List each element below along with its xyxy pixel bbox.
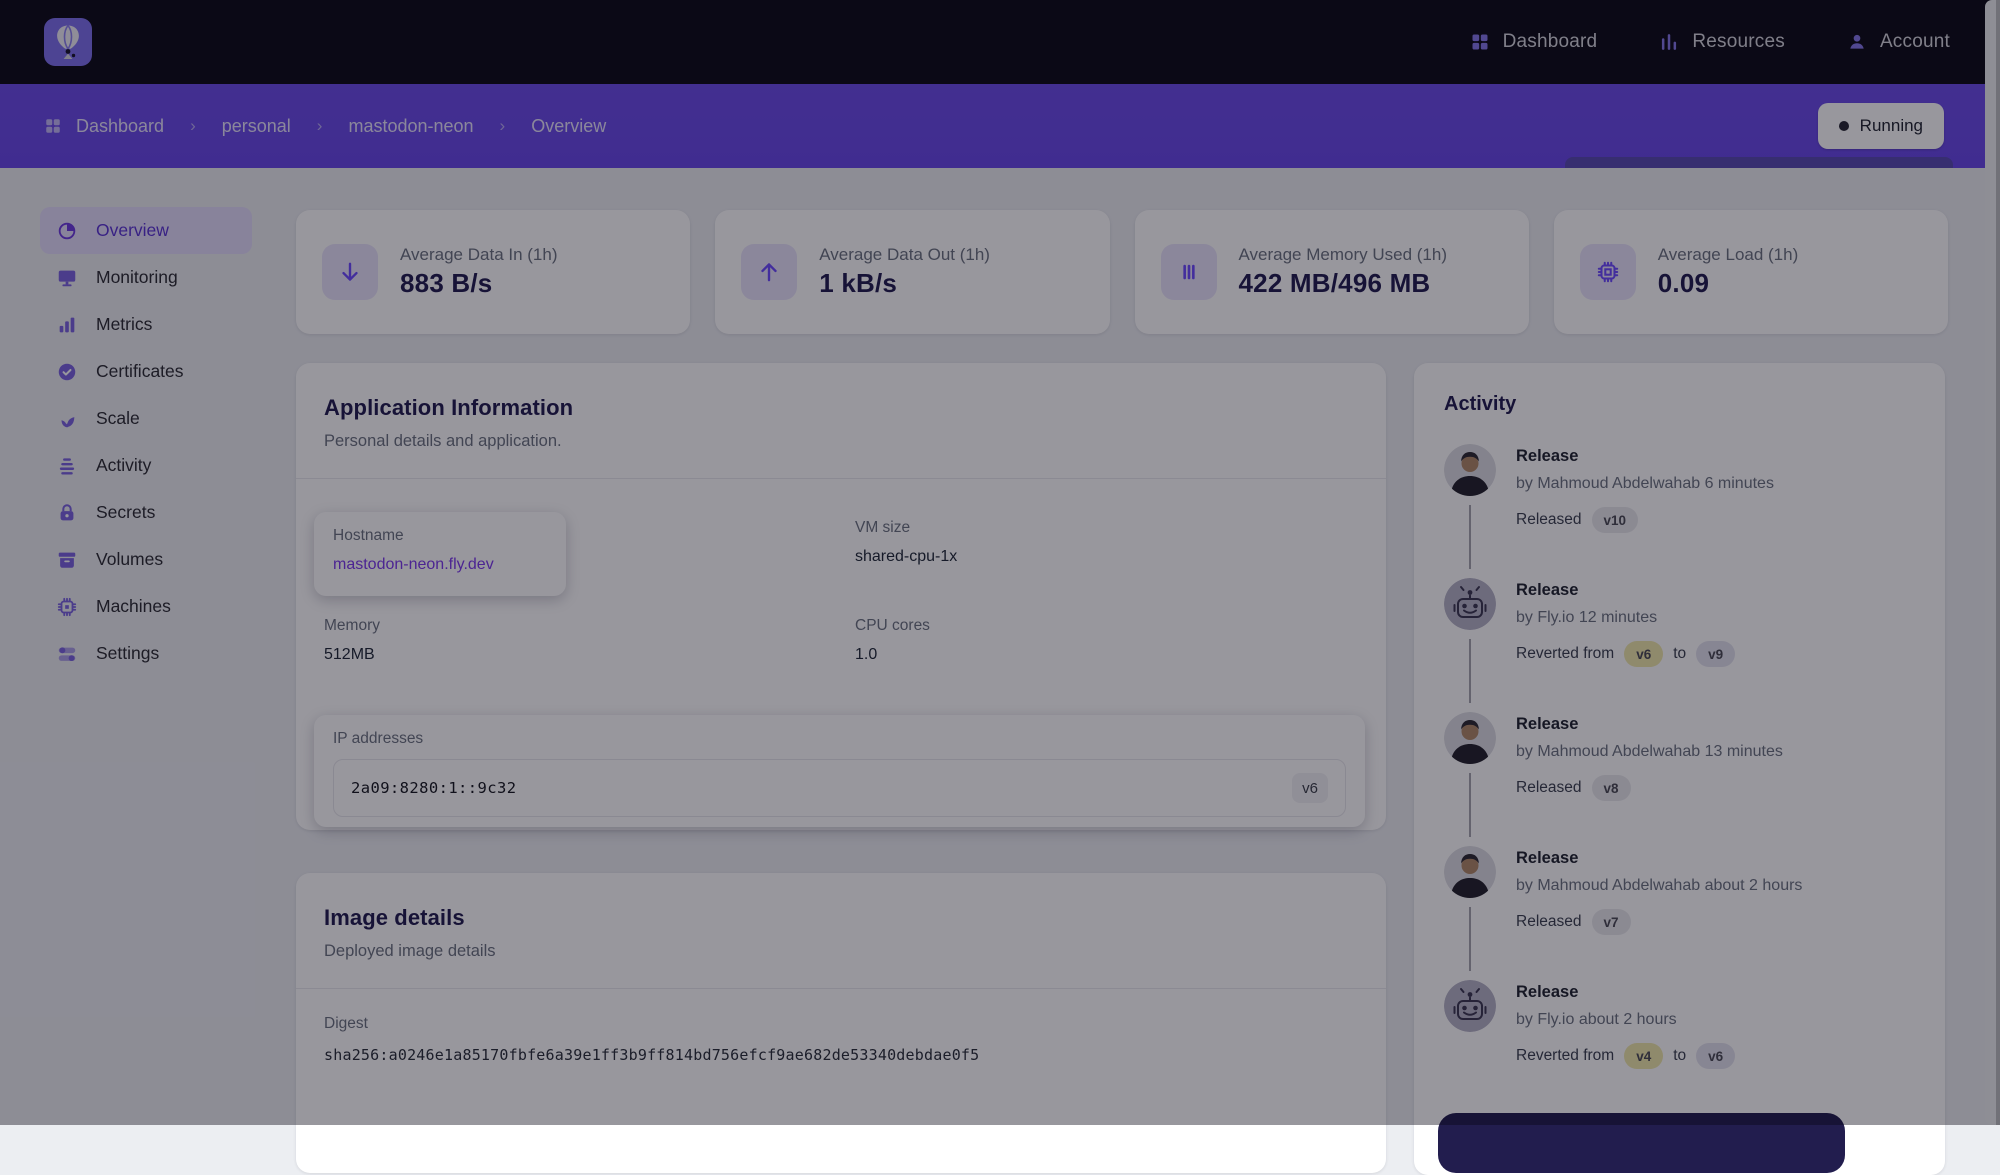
dim-overlay	[0, 0, 2000, 1125]
scrollbar[interactable]	[1985, 0, 2000, 1125]
